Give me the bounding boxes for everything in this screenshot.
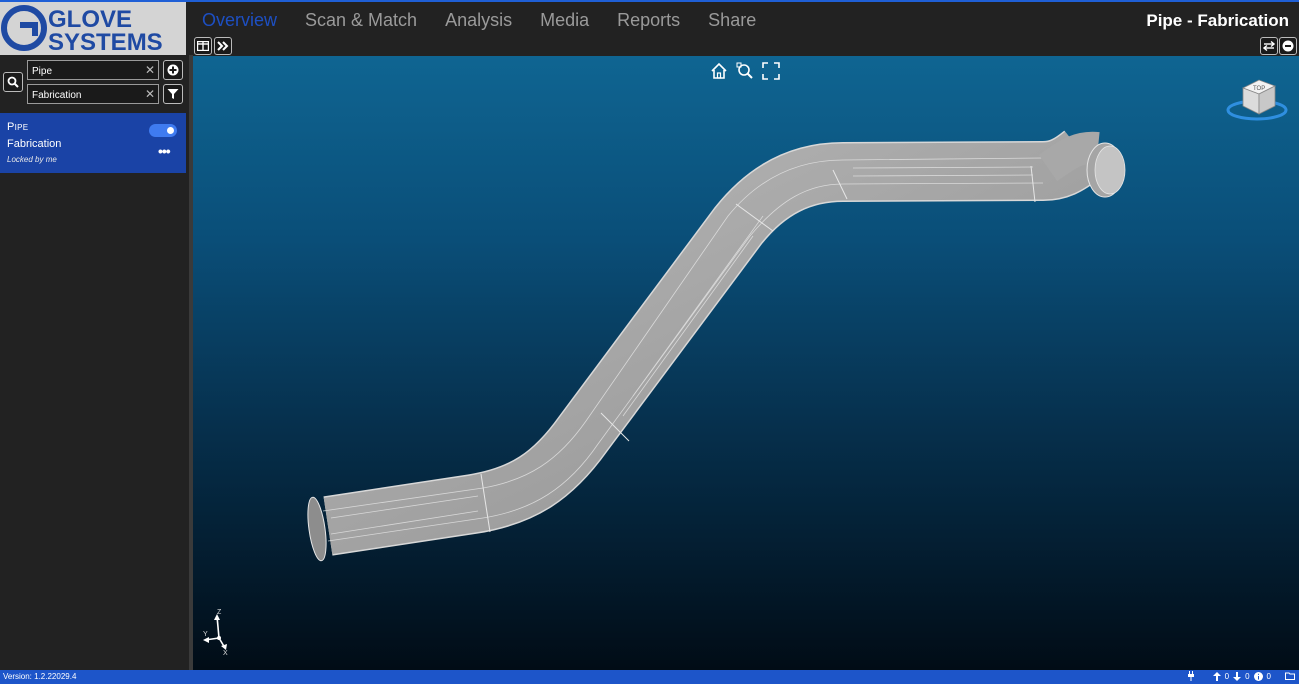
search-field[interactable]: ✕ xyxy=(27,60,159,81)
plus-circle-icon xyxy=(167,64,179,76)
tab-overview[interactable]: Overview xyxy=(202,10,277,31)
add-button[interactable] xyxy=(163,60,183,80)
navigation-cube[interactable]: TOP xyxy=(1225,74,1289,124)
download-arrow-icon xyxy=(1233,671,1242,681)
clear-filter-icon[interactable]: ✕ xyxy=(145,87,155,101)
connection-plug-icon xyxy=(1187,671,1195,681)
page-title: Pipe - Fabrication xyxy=(1146,11,1289,30)
tab-analysis[interactable]: Analysis xyxy=(445,10,512,31)
item-subtitle: Fabrication xyxy=(7,138,62,150)
pipe-3d-model xyxy=(307,130,1126,562)
swap-arrows-icon xyxy=(1263,41,1275,51)
version-label: Version: 1.2.22029.4 xyxy=(3,672,77,681)
funnel-filter-icon xyxy=(167,89,179,99)
panel-layout-icon xyxy=(197,41,209,51)
home-view-button[interactable] xyxy=(709,61,729,81)
item-name: Pipe xyxy=(7,121,29,133)
view-tools xyxy=(709,61,781,81)
search-button[interactable] xyxy=(3,72,23,92)
view-toolbar xyxy=(186,36,1299,56)
item-lock-status: Locked by me xyxy=(7,155,57,164)
swap-view-button[interactable] xyxy=(1260,37,1278,55)
axis-label-y: Y xyxy=(203,631,208,638)
expand-panel-button[interactable] xyxy=(214,37,232,55)
filter-field[interactable]: ✕ xyxy=(27,84,159,105)
filter-button[interactable] xyxy=(163,84,183,104)
folder-icon[interactable] xyxy=(1285,672,1295,680)
status-indicators: 0 0 0 xyxy=(1187,671,1295,681)
upload-count: 0 xyxy=(1224,671,1230,681)
upload-arrow-icon xyxy=(1212,671,1221,681)
axis-label-z: Z xyxy=(217,609,222,616)
glove-systems-logo: GLOVE SYSTEMS xyxy=(0,2,186,55)
zoom-fit-button[interactable] xyxy=(735,61,755,81)
download-count: 0 xyxy=(1245,671,1250,681)
fullscreen-icon xyxy=(762,62,780,80)
3d-viewport[interactable]: TOP Z Y X xyxy=(193,56,1299,670)
zoom-extents-icon xyxy=(736,62,753,79)
axis-triad: Z Y X xyxy=(203,609,228,656)
logo-line2: SYSTEMS xyxy=(48,29,163,55)
minus-circle-icon xyxy=(1282,40,1294,52)
sidebar: ✕ ✕ Pipe Fabrication Locked by me ••• xyxy=(0,55,189,670)
tab-media[interactable]: Media xyxy=(540,10,589,31)
info-count: 0 xyxy=(1266,671,1271,681)
search-input[interactable] xyxy=(28,62,158,81)
fullscreen-button[interactable] xyxy=(761,61,781,81)
search-icon xyxy=(7,76,19,88)
list-item[interactable]: Pipe Fabrication Locked by me ••• xyxy=(0,113,186,173)
tab-reports[interactable]: Reports xyxy=(617,10,680,31)
toggle-knob xyxy=(167,127,174,134)
status-bar: Version: 1.2.22029.4 0 0 0 xyxy=(0,670,1299,684)
collapse-view-button[interactable] xyxy=(1279,37,1297,55)
tab-share[interactable]: Share xyxy=(708,10,756,31)
home-icon xyxy=(711,62,727,79)
info-icon xyxy=(1253,671,1263,681)
panel-layout-button[interactable] xyxy=(194,37,212,55)
axis-label-x: X xyxy=(223,650,228,656)
tab-scan-match[interactable]: Scan & Match xyxy=(305,10,417,31)
main-nav-tabs: Overview Scan & Match Analysis Media Rep… xyxy=(202,10,784,31)
navcube-label: TOP xyxy=(1253,86,1265,92)
visibility-toggle[interactable] xyxy=(149,124,177,137)
more-options-icon[interactable]: ••• xyxy=(158,144,171,158)
filter-input[interactable] xyxy=(28,86,158,105)
double-chevron-right-icon xyxy=(217,41,229,51)
clear-search-icon[interactable]: ✕ xyxy=(145,63,155,77)
